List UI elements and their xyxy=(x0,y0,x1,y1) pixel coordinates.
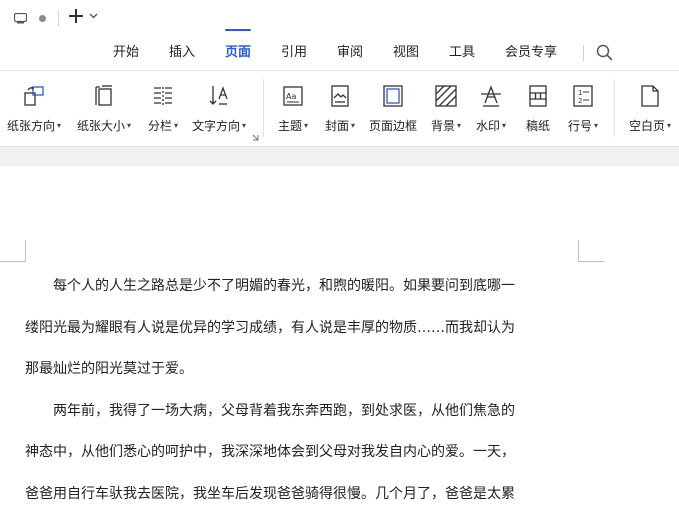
page-size-button[interactable]: 纸张大小 ▾ xyxy=(75,71,133,147)
search-icon xyxy=(596,44,613,61)
watermark-icon xyxy=(480,83,502,109)
dropdown-caret-icon: ▾ xyxy=(351,121,356,130)
page-orientation-button[interactable]: 纸张方向 ▾ xyxy=(5,71,63,147)
cover-button[interactable]: 封面 ▾ xyxy=(320,71,360,147)
svg-text:1: 1 xyxy=(578,89,582,97)
manuscript-paper-label: 稿纸 xyxy=(525,119,550,133)
margin-corner-top-right xyxy=(578,240,604,262)
document-tab[interactable] xyxy=(0,0,58,36)
svg-text:2: 2 xyxy=(578,97,582,105)
page-size-label: 纸张大小 xyxy=(76,119,125,133)
ribbon-divider xyxy=(614,79,615,137)
svg-text:Aa: Aa xyxy=(286,92,296,101)
page-orientation-icon xyxy=(22,83,46,109)
document-page[interactable]: 每个人的人生之路总是少不了明媚的春光，和煦的暖阳。如果要问到底哪一 缕阳光最为耀… xyxy=(0,166,679,519)
dropdown-caret-icon: ▾ xyxy=(57,121,62,130)
text-line[interactable]: 那最灿烂的阳光莫过于爱。 xyxy=(25,358,585,378)
manuscript-paper-icon xyxy=(528,83,548,109)
menu-divider xyxy=(583,45,584,61)
menu-membership[interactable]: 会员专享 xyxy=(503,36,559,70)
menu-bar: 开始 插入 页面 引用 审阅 视图 工具 会员专享 xyxy=(0,36,679,70)
menu-tools[interactable]: 工具 xyxy=(448,36,476,70)
theme-icon: Aa xyxy=(282,83,304,109)
dropdown-caret-icon: ▾ xyxy=(502,121,507,130)
title-bar xyxy=(0,0,679,36)
blank-page-icon xyxy=(641,83,659,109)
background-button[interactable]: 背景 ▾ xyxy=(426,71,466,147)
menu-view[interactable]: 视图 xyxy=(392,36,420,70)
cover-label: 封面 xyxy=(324,119,349,133)
dialog-launcher-icon[interactable] xyxy=(252,134,259,141)
text-direction-button[interactable]: 文字方向 ▾ xyxy=(190,71,248,147)
ribbon-toolbar: 纸张方向 ▾ 纸张大小 ▾ 分栏 ▾ 文字方向 ▾ Aa 主题 ▾ 封面 ▾ 页… xyxy=(0,70,679,147)
menu-page[interactable]: 页面 xyxy=(224,36,252,70)
dropdown-caret-icon: ▾ xyxy=(304,121,309,130)
text-direction-label: 文字方向 xyxy=(191,119,240,133)
menu-insert[interactable]: 插入 xyxy=(168,36,196,70)
chevron-down-icon[interactable] xyxy=(89,13,98,19)
text-line[interactable]: 两年前，我得了一场大病，父母背着我东奔西跑，到处求医，从他们焦急的 xyxy=(25,400,585,420)
page-border-label: 页面边框 xyxy=(368,119,417,133)
theme-label: 主题 xyxy=(277,119,302,133)
dropdown-caret-icon: ▾ xyxy=(127,121,132,130)
menu-home[interactable]: 开始 xyxy=(112,36,140,70)
plus-icon xyxy=(69,9,83,23)
margin-corner-top-left xyxy=(0,240,26,262)
text-line[interactable]: 每个人的人生之路总是少不了明媚的春光，和煦的暖阳。如果要问到底哪一 xyxy=(25,275,585,295)
text-line[interactable]: 神态中，从他们悉心的呵护中，我深深地体会到父母对我发自内心的爱。一天， xyxy=(25,441,585,461)
text-direction-icon xyxy=(207,83,231,109)
tab-separator xyxy=(58,10,59,26)
columns-icon xyxy=(152,83,174,109)
dropdown-caret-icon: ▾ xyxy=(667,121,672,130)
menu-review[interactable]: 审阅 xyxy=(336,36,364,70)
page-orientation-label: 纸张方向 xyxy=(6,119,55,133)
document-tab-icon xyxy=(14,12,27,24)
manuscript-paper-button[interactable]: 稿纸 xyxy=(520,71,556,147)
columns-label: 分栏 xyxy=(147,119,172,133)
page-border-button[interactable]: 页面边框 xyxy=(366,71,420,147)
dropdown-caret-icon: ▾ xyxy=(242,121,247,130)
ribbon-divider xyxy=(263,79,264,137)
new-tab-button[interactable] xyxy=(68,8,98,24)
text-line[interactable]: 爸爸用自行车驮我去医院，我坐车后发现爸爸骑得很慢。几个月了，爸爸是太累 xyxy=(25,483,585,503)
watermark-label: 水印 xyxy=(475,119,500,133)
blank-page-button[interactable]: 空白页 ▾ xyxy=(624,71,676,147)
dropdown-caret-icon: ▾ xyxy=(174,121,179,130)
text-line[interactable]: 缕阳光最为耀眼有人说是优异的学习成绩，有人说是丰厚的物质……而我却认为 xyxy=(25,317,585,337)
cover-icon xyxy=(330,83,350,109)
menu-references[interactable]: 引用 xyxy=(280,36,308,70)
unsaved-dot-icon xyxy=(39,14,46,22)
background-icon xyxy=(435,83,457,109)
page-border-icon xyxy=(383,83,403,109)
blank-page-label: 空白页 xyxy=(628,119,665,133)
line-numbers-icon: 12 xyxy=(573,83,593,109)
columns-button[interactable]: 分栏 ▾ xyxy=(143,71,183,147)
ribbon-bottom-band xyxy=(0,146,679,167)
watermark-button[interactable]: 水印 ▾ xyxy=(471,71,511,147)
line-numbers-label: 行号 xyxy=(567,119,592,133)
dropdown-caret-icon: ▾ xyxy=(457,121,462,130)
page-size-icon xyxy=(93,83,115,109)
search-button[interactable] xyxy=(596,44,613,65)
background-label: 背景 xyxy=(430,119,455,133)
active-tab-underline xyxy=(225,29,251,31)
dropdown-caret-icon: ▾ xyxy=(594,121,599,130)
theme-button[interactable]: Aa 主题 ▾ xyxy=(274,71,312,147)
line-numbers-button[interactable]: 12 行号 ▾ xyxy=(563,71,603,147)
